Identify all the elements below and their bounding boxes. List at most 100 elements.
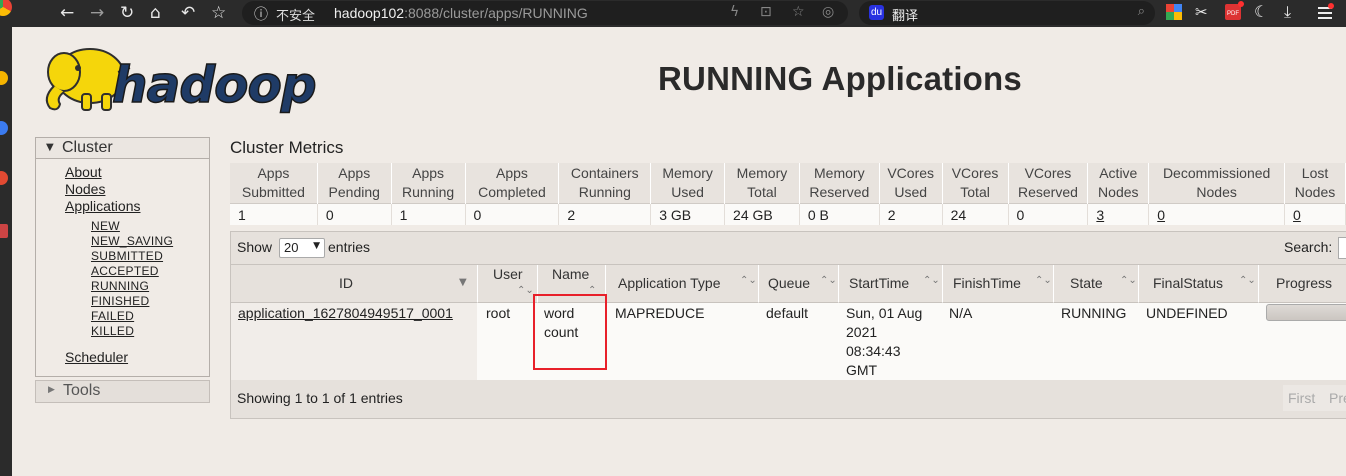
collapse-triangle-icon[interactable]: ▼ [46, 142, 54, 153]
nav-link-scheduler[interactable]: Scheduler [65, 349, 128, 365]
extension-icon[interactable] [0, 121, 8, 135]
column-title: Application Type [618, 275, 721, 291]
translate-search-label: 翻译 [892, 8, 919, 23]
favorites-icon[interactable] [0, 71, 8, 85]
menu-icon[interactable] [1312, 3, 1338, 23]
cluster-nav-title: Cluster [62, 139, 113, 156]
app-final-status: UNDEFINED [1146, 305, 1228, 321]
metric-header: Apps Submitted [230, 163, 318, 204]
browser-search-box[interactable]: du 翻译 ⌕ [859, 1, 1155, 25]
metric-header: Active Nodes [1087, 163, 1150, 204]
magnifier-icon[interactable]: ⌕ [1138, 4, 1145, 19]
undo-close-tab-icon[interactable]: ↶ [181, 3, 195, 23]
pdf-icon[interactable]: PDF [1225, 1, 1244, 20]
column-header-progress[interactable]: Progress [1259, 265, 1346, 303]
forward-icon[interactable]: → [90, 3, 104, 23]
baidu-icon: du [869, 5, 884, 20]
home-icon[interactable]: ⌂ [150, 3, 161, 23]
weibo-icon[interactable] [0, 171, 8, 185]
metric-value: 2 [879, 203, 943, 225]
url-path: :8088/cluster/apps/RUNNING [404, 5, 588, 21]
tools-nav-title: Tools [63, 382, 101, 399]
metrics-value-row: 1 0 1 0 2 3 GB 24 GB 0 B 2 24 0 3 0 0 [230, 203, 1346, 225]
metric-value: 24 GB [724, 203, 800, 225]
column-title: Progress [1276, 275, 1333, 291]
nav-state-submitted[interactable]: SUBMITTED [91, 249, 163, 263]
search-input[interactable] [1338, 237, 1346, 259]
metric-header: VCores Reserved [1008, 163, 1089, 204]
column-header-finishtime[interactable]: FinishTime ⌃⌄ [943, 265, 1054, 303]
sort-icon: ⌃⌄ [820, 275, 837, 286]
metric-header: Decommissioned Nodes [1148, 163, 1286, 204]
decommissioned-nodes-link[interactable]: 0 [1148, 203, 1286, 225]
cluster-nav-panel: ▼ Cluster About Nodes Applications NEW N… [35, 137, 210, 377]
back-icon[interactable]: ← [60, 3, 74, 23]
scissors-icon[interactable]: ✂ [1195, 3, 1208, 21]
notes-icon[interactable] [0, 224, 8, 238]
column-title: Queue [768, 275, 811, 291]
column-header-queue[interactable]: Queue ⌃⌄ [759, 265, 839, 303]
translate-icon[interactable]: ⊡ [760, 4, 772, 20]
metric-value: 2 [558, 203, 652, 225]
entries-label: entries [328, 239, 371, 255]
nav-state-killed[interactable]: KILLED [91, 324, 134, 338]
nav-state-finished[interactable]: FINISHED [91, 294, 149, 308]
lost-nodes-link[interactable]: 0 [1284, 203, 1346, 225]
metric-value: 3 GB [650, 203, 726, 225]
url-text[interactable]: hadoop102:8088/cluster/apps/RUNNING [334, 5, 588, 21]
sort-icon: ⌃⌄ [740, 275, 757, 286]
active-nodes-link[interactable]: 3 [1087, 203, 1150, 225]
app-start-time: Sun, 01 Aug 2021 08:34:43 GMT [846, 304, 922, 380]
browser-toolbar: ← → ↻ ⌂ ↶ ☆ ⓘ 不安全 hadoop102:8088/cluster… [0, 0, 1346, 27]
metric-header: Containers Running [558, 163, 652, 204]
nav-state-accepted[interactable]: ACCEPTED [91, 264, 159, 278]
metric-value: 1 [391, 203, 466, 225]
column-header-user[interactable]: User ⌃⌄ [478, 265, 538, 303]
nav-link-about[interactable]: About [65, 164, 102, 180]
column-header-finalstatus[interactable]: FinalStatus ⌃⌄ [1139, 265, 1259, 303]
start-time-line: GMT [846, 362, 878, 378]
lens-icon[interactable]: ◎ [822, 4, 834, 20]
column-title: User [493, 266, 523, 282]
first-page-button[interactable]: First [1288, 390, 1315, 406]
highlight-annotation-box [533, 294, 607, 370]
address-bar[interactable]: ⓘ 不安全 hadoop102:8088/cluster/apps/RUNNIN… [242, 1, 848, 25]
apps-grid-icon[interactable] [1166, 4, 1182, 20]
expand-triangle-icon[interactable]: ▶ [48, 385, 55, 395]
nav-state-new[interactable]: NEW [91, 219, 120, 233]
metric-value: 0 [317, 203, 392, 225]
nav-link-nodes[interactable]: Nodes [65, 181, 105, 197]
page-title: RUNNING Applications [658, 60, 1022, 97]
dark-mode-icon[interactable]: ☾ [1254, 2, 1268, 21]
star-icon[interactable]: ☆ [792, 4, 805, 20]
column-header-starttime[interactable]: StartTime ⌃⌄ [839, 265, 943, 303]
application-id-link[interactable]: application_1627804949517_0001 [238, 304, 453, 323]
reload-icon[interactable]: ↻ [120, 3, 134, 23]
start-time-line: Sun, 01 Aug [846, 305, 923, 321]
previous-page-button[interactable]: Pre [1329, 390, 1346, 406]
cluster-nav-header[interactable]: ▼ Cluster [36, 138, 209, 159]
column-title: FinalStatus [1153, 275, 1224, 291]
nav-link-applications[interactable]: Applications [65, 198, 141, 214]
column-header-application-type[interactable]: Application Type ⌃⌄ [606, 265, 759, 303]
bookmark-star-icon[interactable]: ☆ [211, 3, 226, 23]
info-icon[interactable]: ⓘ [254, 4, 268, 24]
lightning-icon[interactable]: ϟ [730, 4, 739, 20]
nav-state-new-saving[interactable]: NEW_SAVING [91, 234, 173, 248]
column-header-state[interactable]: State ⌃⌄ [1054, 265, 1139, 303]
nav-state-failed[interactable]: FAILED [91, 309, 134, 323]
metric-value: 0 B [799, 203, 880, 225]
column-header-id[interactable]: ID ▼ [231, 265, 478, 303]
nav-state-running[interactable]: RUNNING [91, 279, 149, 293]
metric-value: 0 [465, 203, 560, 225]
cluster-metrics-table: Apps Submitted Apps Pending Apps Running Ap… [230, 163, 1346, 225]
app-finish-time: N/A [949, 305, 973, 321]
download-icon[interactable]: ⤓ [1284, 2, 1291, 22]
page-size-select[interactable]: 20 ▼ [279, 238, 325, 258]
column-title: StartTime [849, 275, 910, 291]
table-footer: Showing 1 to 1 of 1 entries First Pre [231, 380, 1346, 418]
sort-icon: ⌃⌄ [1239, 275, 1256, 286]
metrics-header-row: Apps Submitted Apps Pending Apps Running Ap… [230, 163, 1346, 204]
insecure-label: 不安全 [276, 8, 316, 23]
tools-nav-header[interactable]: ▶ Tools [35, 380, 210, 403]
